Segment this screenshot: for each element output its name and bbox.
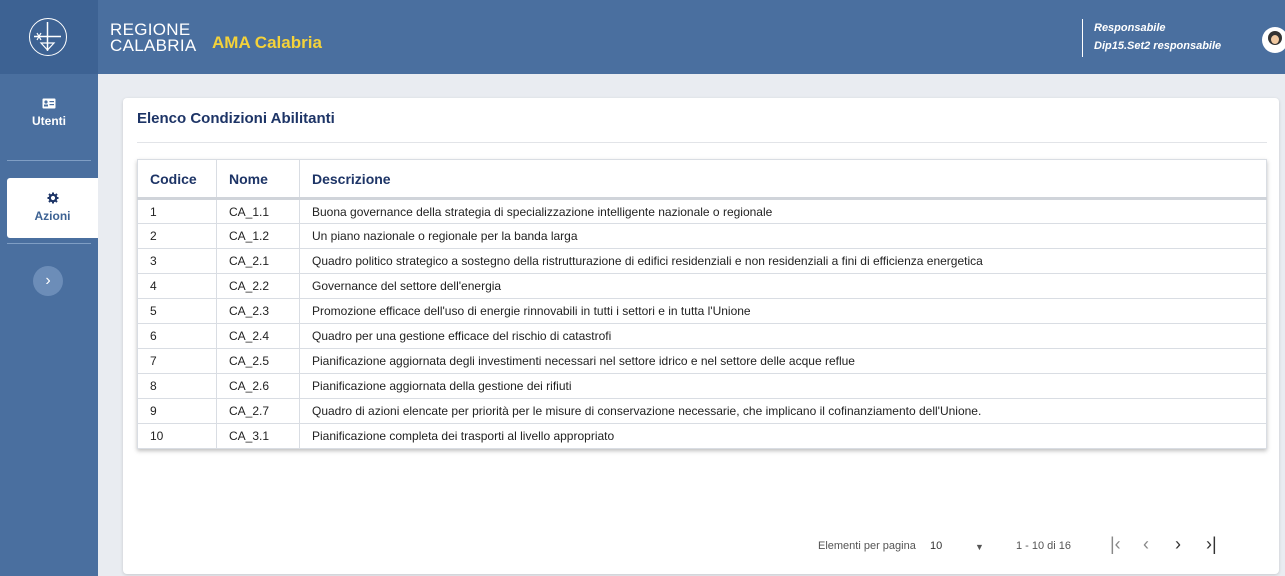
table-header-row: Codice Nome Descrizione (137, 159, 1267, 200)
cell-nome: CA_3.1 (216, 423, 300, 449)
cell-nome: CA_2.5 (216, 348, 300, 374)
cell-descrizione: Pianificazione aggiornata della gestione… (299, 373, 1267, 399)
last-page-icon: ›| (1206, 534, 1217, 554)
logo-box[interactable] (0, 0, 98, 74)
previous-page-button[interactable]: ‹ (1143, 534, 1149, 555)
sidebar-divider (7, 243, 91, 244)
first-page-button[interactable]: |‹ (1110, 534, 1121, 555)
table-row[interactable]: 9 CA_2.7 Quadro di azioni elencate per pri… (137, 398, 1267, 424)
cell-descrizione: Governance del settore dell'energia (299, 273, 1267, 299)
cell-descrizione: Un piano nazionale o regionale per la ba… (299, 223, 1267, 249)
content-card: Elenco Condizioni Abilitanti Codice Nome… (123, 98, 1279, 574)
table-row[interactable]: 4 CA_2.2 Governance del settore dell'energ… (137, 273, 1267, 299)
cell-descrizione: Quadro per una gestione efficace del ris… (299, 323, 1267, 349)
cell-descrizione: Pianificazione aggiornata degli investim… (299, 348, 1267, 374)
cell-codice: 2 (137, 223, 217, 249)
cell-codice: 5 (137, 298, 217, 324)
next-page-button[interactable]: › (1175, 534, 1181, 555)
brand-name: REGIONE CALABRIA (110, 21, 197, 55)
sidebar: Utenti Azioni › (0, 74, 98, 576)
cell-codice: 3 (137, 248, 217, 274)
expand-sidebar-button[interactable]: › (33, 266, 63, 296)
table-row[interactable]: 5 CA_2.3 Promozione efficace dell'uso di e… (137, 298, 1267, 324)
cell-nome: CA_2.2 (216, 273, 300, 299)
page-title: Elenco Condizioni Abilitanti (137, 110, 335, 127)
sidebar-item-label: Azioni (34, 209, 71, 223)
caret-down-icon[interactable]: ▼ (975, 542, 984, 552)
column-header-descrizione[interactable]: Descrizione (299, 159, 1267, 200)
chevron-left-icon: ‹ (1143, 534, 1149, 554)
column-header-nome[interactable]: Nome (216, 159, 300, 200)
last-page-button[interactable]: ›| (1206, 534, 1217, 555)
gear-icon (7, 192, 98, 207)
cell-codice: 1 (137, 198, 217, 224)
first-page-icon: |‹ (1110, 534, 1121, 554)
chevron-right-icon: › (1175, 534, 1181, 554)
avatar-face (1271, 35, 1279, 44)
table-row[interactable]: 1 CA_1.1 Buona governance della strategia … (137, 198, 1267, 224)
data-table-container: Codice Nome Descrizione 1 CA_1.1 Buona gov… (137, 159, 1267, 449)
cell-codice: 8 (137, 373, 217, 399)
table-row[interactable]: 10 CA_3.1 Pianificazione completa dei tras… (137, 423, 1267, 449)
table-row[interactable]: 6 CA_2.4 Quadro per una gestione efficace … (137, 323, 1267, 349)
header-divider (1082, 19, 1083, 57)
column-header-codice[interactable]: Codice (137, 159, 217, 200)
user-role: Responsabile (1094, 22, 1166, 34)
data-table: Codice Nome Descrizione 1 CA_1.1 Buona gov… (137, 159, 1267, 449)
brand-line-2: CALABRIA (110, 36, 197, 55)
cell-descrizione: Buona governance della strategia di spec… (299, 198, 1267, 224)
cell-nome: CA_1.2 (216, 223, 300, 249)
id-card-icon (0, 98, 98, 112)
cell-codice: 9 (137, 398, 217, 424)
cell-nome: CA_1.1 (216, 198, 300, 224)
top-header: REGIONE CALABRIA AMA Calabria Responsabi… (0, 0, 1285, 74)
cell-codice: 7 (137, 348, 217, 374)
cell-nome: CA_2.1 (216, 248, 300, 274)
region-emblem-icon (29, 18, 67, 56)
sidebar-divider (7, 160, 91, 161)
title-divider (137, 142, 1267, 143)
user-avatar[interactable] (1262, 27, 1285, 53)
table-row[interactable]: 2 CA_1.2 Un piano nazionale o regionale pe… (137, 223, 1267, 249)
table-row[interactable]: 3 CA_2.1 Quadro politico strategico a sost… (137, 248, 1267, 274)
cell-descrizione: Quadro di azioni elencate per priorità p… (299, 398, 1267, 424)
cell-nome: CA_2.7 (216, 398, 300, 424)
sidebar-item-utenti[interactable]: Utenti (0, 98, 98, 158)
app-name[interactable]: AMA Calabria (212, 33, 322, 53)
cell-nome: CA_2.3 (216, 298, 300, 324)
cell-descrizione: Pianificazione completa dei trasporti al… (299, 423, 1267, 449)
sidebar-item-label: Utenti (32, 114, 66, 128)
cell-codice: 6 (137, 323, 217, 349)
cell-descrizione: Quadro politico strategico a sostegno de… (299, 248, 1267, 274)
page-range: 1 - 10 di 16 (1016, 540, 1072, 552)
table-row[interactable]: 7 CA_2.5 Pianificazione aggiornata degli i… (137, 348, 1267, 374)
user-name: Dip15.Set2 responsabile (1094, 40, 1222, 52)
page-size-label: Elementi per pagina (818, 540, 916, 552)
chevron-right-icon: › (45, 272, 51, 289)
cell-descrizione: Promozione efficace dell'uso di energie … (299, 298, 1267, 324)
cell-codice: 4 (137, 273, 217, 299)
table-row[interactable]: 8 CA_2.6 Pianificazione aggiornata della g… (137, 373, 1267, 399)
cell-codice: 10 (137, 423, 217, 449)
page-size-select[interactable]: 10 (930, 540, 942, 552)
cell-nome: CA_2.4 (216, 323, 300, 349)
sidebar-item-azioni[interactable]: Azioni (7, 178, 98, 238)
cell-nome: CA_2.6 (216, 373, 300, 399)
